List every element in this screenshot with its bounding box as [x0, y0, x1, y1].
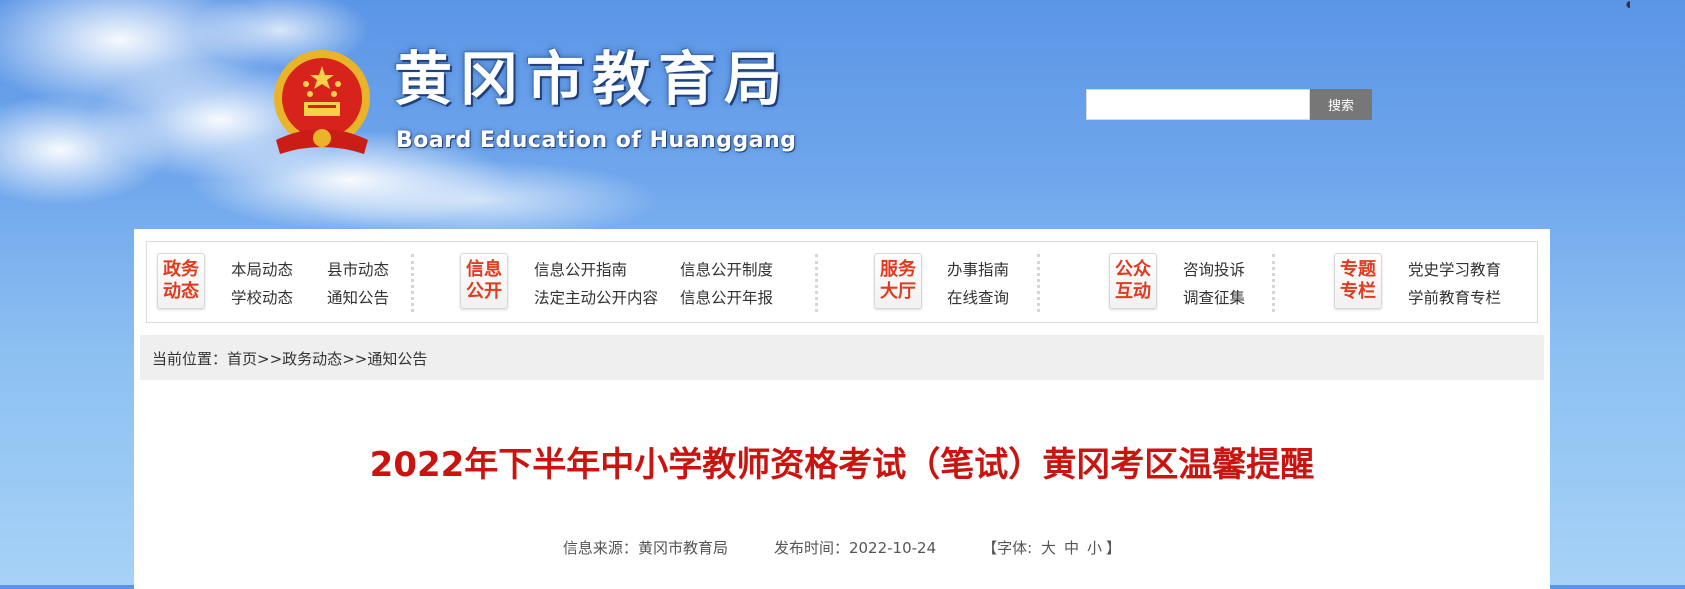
- nav-link-bureau-news[interactable]: 本局动态: [231, 258, 293, 280]
- nav-link-preschool[interactable]: 学前教育专栏: [1408, 286, 1501, 308]
- nav-link-surveys[interactable]: 调查征集: [1183, 286, 1245, 308]
- nav-divider: [411, 254, 414, 312]
- main-content: 政务 动态 本局动态 县市动态 学校动态 通知公告 信息 公开 信息公开指南 信…: [134, 229, 1550, 589]
- date-value: 2022-10-24: [848, 539, 937, 557]
- nav-badge-public-interaction: 公众 互动: [1109, 253, 1157, 309]
- nav-group-info-public: 信息 公开 信息公开指南 信息公开制度 法定主动公开内容 信息公开年报: [447, 242, 807, 322]
- nav-badge-line: 专题: [1340, 259, 1376, 280]
- nav-badge-line: 动态: [163, 281, 199, 302]
- font-size-label: 【字体:: [982, 539, 1033, 557]
- breadcrumb-label: 当前位置：: [152, 350, 228, 368]
- nav-badge-line: 公开: [466, 281, 502, 302]
- nav-link-annual-report[interactable]: 信息公开年报: [680, 286, 773, 308]
- nav-link-disclosure-rules[interactable]: 信息公开制度: [680, 258, 773, 280]
- main-nav: 政务 动态 本局动态 县市动态 学校动态 通知公告 信息 公开 信息公开指南 信…: [146, 241, 1538, 323]
- source-value: 黄冈市教育局: [637, 539, 728, 557]
- source-label: 信息来源：: [562, 539, 638, 557]
- breadcrumb-gov-news[interactable]: 政务动态: [282, 350, 342, 368]
- nav-divider: [815, 254, 818, 312]
- nav-badge-gov-news: 政务 动态: [157, 253, 205, 309]
- nav-divider: [1272, 254, 1275, 312]
- national-emblem-icon: [274, 50, 370, 154]
- nav-badge-special-topics: 专题 专栏: [1334, 253, 1382, 309]
- nav-badge-line: 互动: [1115, 281, 1151, 302]
- nav-badge-line: 大厅: [880, 281, 916, 302]
- nav-badge-service-hall: 服务 大厅: [874, 253, 922, 309]
- nav-link-disclosure-guide[interactable]: 信息公开指南: [534, 258, 627, 280]
- breadcrumb-notices[interactable]: 通知公告: [367, 350, 427, 368]
- nav-badge-line: 政务: [163, 259, 199, 280]
- nav-divider: [1037, 254, 1040, 312]
- breadcrumb-home[interactable]: 首页: [227, 350, 257, 368]
- search-input[interactable]: [1086, 89, 1310, 120]
- nav-group-special-topics: 专题 专栏 党史学习教育 学前教育专栏: [1327, 242, 1537, 322]
- breadcrumb-separator: >>: [342, 350, 368, 368]
- site-subtitle: Board Education of Huanggang: [396, 128, 797, 153]
- font-size-close: 】: [1106, 539, 1122, 557]
- font-size-medium[interactable]: 中: [1064, 539, 1079, 557]
- nav-group-gov-news: 政务 动态 本局动态 县市动态 学校动态 通知公告: [147, 242, 407, 322]
- nav-link-notices[interactable]: 通知公告: [327, 286, 389, 308]
- site-title: 黄冈市教育局: [394, 45, 791, 113]
- nav-link-party-history[interactable]: 党史学习教育: [1408, 258, 1501, 280]
- font-size-small[interactable]: 小: [1087, 539, 1102, 557]
- nav-badge-line: 公众: [1115, 259, 1151, 280]
- nav-badge-line: 服务: [880, 259, 916, 280]
- nav-link-county-news[interactable]: 县市动态: [327, 258, 389, 280]
- article-title: 2022年下半年中小学教师资格考试（笔试）黄冈考区温馨提醒: [369, 445, 1315, 485]
- nav-badge-line: 专栏: [1340, 281, 1376, 302]
- article-meta: 信息来源：黄冈市教育局 发布时间：2022-10-24 【字体: 大中小】: [134, 537, 1550, 558]
- nav-link-complaints[interactable]: 咨询投诉: [1183, 258, 1245, 280]
- nav-link-statutory-content[interactable]: 法定主动公开内容: [534, 286, 658, 308]
- search-button[interactable]: 搜索: [1310, 89, 1372, 120]
- nav-link-guide[interactable]: 办事指南: [947, 258, 1009, 280]
- breadcrumb: 当前位置：首页>>政务动态>>通知公告: [140, 335, 1544, 380]
- nav-link-school-news[interactable]: 学校动态: [231, 286, 293, 308]
- corner-mark-icon: ◖: [1626, 0, 1631, 10]
- nav-badge-line: 信息: [466, 259, 502, 280]
- site-header: 黄冈市教育局 Board Education of Huanggang 搜索: [0, 0, 1685, 230]
- breadcrumb-separator: >>: [257, 350, 283, 368]
- nav-badge-info-public: 信息 公开: [460, 253, 508, 309]
- date-label: 发布时间：: [773, 539, 849, 557]
- font-size-large[interactable]: 大: [1041, 539, 1056, 557]
- nav-link-online-query[interactable]: 在线查询: [947, 286, 1009, 308]
